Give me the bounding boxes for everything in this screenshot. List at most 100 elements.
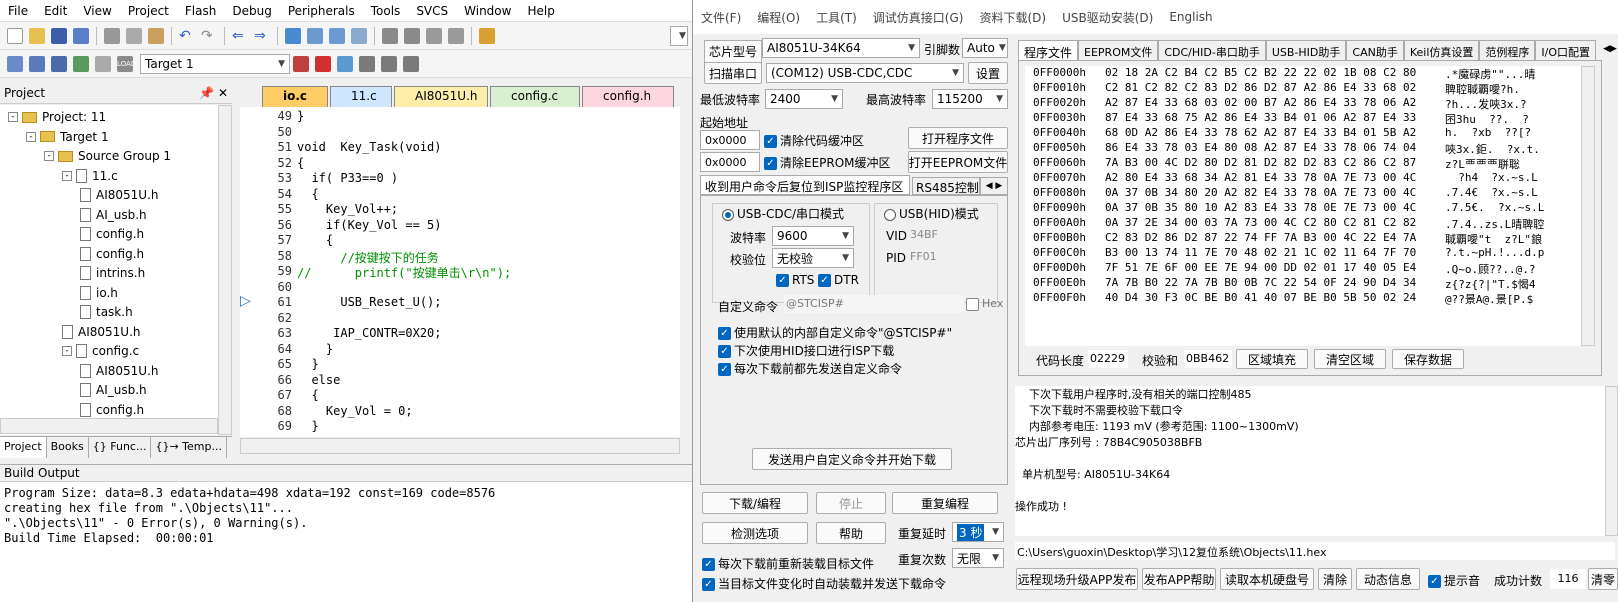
menu-item-flash[interactable]: Flash [177,4,224,18]
stop-build-icon[interactable] [95,55,111,72]
right-tab[interactable]: EEPROM文件 [1078,40,1159,60]
send-command-download-button[interactable]: 发送用户自定义命令并开始下载 [752,448,952,470]
isp-menu-item[interactable]: 调试仿真接口(G) [865,9,972,26]
tree-item[interactable]: AI8051U.h [80,361,159,381]
close-panel-icon[interactable]: ✕ [218,86,228,100]
panel-tab[interactable]: {}→ Temp... [151,437,227,458]
tree-item[interactable]: config.h [80,244,144,264]
select-packs-icon[interactable] [337,55,353,72]
tree-item[interactable]: - Target 1 [26,127,109,147]
tree-hscrollbar[interactable] [0,418,218,434]
build-icon[interactable] [29,55,45,72]
right-tab[interactable]: 程序文件 [1018,40,1079,60]
right-tab-scroll-arrows[interactable]: ◀▶ [1602,40,1618,58]
manage-project-icon[interactable] [315,55,331,72]
save-icon[interactable] [51,27,67,44]
redo-icon[interactable]: ↷ [201,28,217,44]
pin-icon[interactable]: 📌 [199,86,214,100]
open-program-file-button[interactable]: 打开程序文件 [908,127,1008,149]
nav-back-icon[interactable]: ⇐ [232,28,248,44]
editor-tab[interactable]: io.c [262,86,328,107]
custom-command-input[interactable]: @STCISP# [784,295,964,313]
hex-view[interactable]: 0FF0000h 02 18 2A C2 B4 C2 B5 C2 B2 22 22… [1025,66,1581,346]
find-in-files-icon[interactable] [479,27,495,44]
max-baud-select[interactable]: 115200 ▼ [932,89,1008,109]
help-button[interactable]: 帮助 [816,522,886,544]
open-eeprom-file-button[interactable]: 打开EEPROM文件 [908,151,1008,173]
pin-count-select[interactable]: Auto ▼ [962,38,1008,58]
bookmark-icon[interactable] [285,27,301,44]
manage-rte-icon[interactable] [359,55,375,72]
load-icon[interactable]: LOAD [117,55,136,72]
tree-item[interactable]: config.h [80,400,144,420]
use-hid-next-checkbox[interactable]: ✓ 下次使用HID接口进行ISP下载 [718,342,894,359]
pack-installer-icon[interactable] [381,55,397,72]
save-all-icon[interactable] [73,27,89,44]
menu-item-view[interactable]: View [75,4,119,18]
panel-tab[interactable]: Books [47,437,89,458]
uncomment-icon[interactable] [448,27,464,44]
settings-button[interactable]: 设置 [968,62,1008,84]
undo-icon[interactable]: ↶ [179,28,195,44]
tab-rs485[interactable]: RS485控制 [912,177,980,195]
min-baud-select[interactable]: 2400 ▼ [765,89,843,109]
right-tab[interactable]: I/O口配置 [1535,40,1596,60]
expand-toggle-icon[interactable]: - [62,346,72,356]
editor-tab[interactable]: AI8051U.h [394,86,488,107]
editor-tab[interactable]: 11.c [330,86,392,107]
clear-eeprom-buffer-checkbox[interactable]: ✓ 清除EEPROM缓冲区 [764,154,891,171]
menu-item-peripherals[interactable]: Peripherals [280,4,363,18]
rts-checkbox[interactable]: ✓ RTS [776,273,814,287]
isp-menu-item[interactable]: 编程(O) [749,9,808,26]
publish-help-button[interactable]: 发布APP帮助 [1142,568,1216,590]
expand-toggle-icon[interactable]: - [62,170,72,181]
scan-port-button[interactable]: 扫描串口 [704,62,762,84]
repeat-program-button[interactable]: 重复编程 [892,492,998,514]
tree-item[interactable]: AI8051U.h [80,185,159,205]
rebuild-icon[interactable] [51,55,67,72]
clear-code-buffer-checkbox[interactable]: ✓ 清除代码缓冲区 [764,132,864,149]
code-start-address-input[interactable]: 0x0000 [700,130,760,150]
repeat-delay-select[interactable]: 3 秒 ▼ [952,522,1004,542]
menu-item-tools[interactable]: Tools [363,4,409,18]
bookmark-clear-icon[interactable] [351,27,367,44]
tree-item[interactable]: io.h [80,283,118,303]
download-program-button[interactable]: 下载/编程 [702,492,808,514]
unindent-icon[interactable] [404,27,420,44]
panel-tab[interactable]: {} Func... [89,437,152,458]
tree-item[interactable]: - config.c [62,341,139,361]
open-folder-icon[interactable] [29,27,45,44]
comment-icon[interactable] [426,27,442,44]
bookmark-prev-icon[interactable] [307,27,323,44]
panel-tab[interactable]: Project [0,437,47,458]
beep-checkbox[interactable]: ✓ 提示音 [1428,572,1480,589]
expand-toggle-icon[interactable]: - [44,151,54,161]
right-tab[interactable]: CDC/HID-串口助手 [1158,40,1266,60]
menu-item-svcs[interactable]: SVCS [408,4,456,18]
stop-button[interactable]: 停止 [816,492,886,514]
bookmark-next-icon[interactable] [329,27,345,44]
pid-input[interactable]: FF01 [908,248,958,266]
tab-isp-reset[interactable]: 收到用户命令后复位到ISP监控程序区 [700,175,910,195]
tree-vscrollbar[interactable] [218,105,232,435]
reset-count-button[interactable]: 清零 [1588,568,1618,590]
fill-area-button[interactable]: 区域填充 [1236,349,1308,369]
check-options-button[interactable]: 检测选项 [702,522,808,544]
menu-item-help[interactable]: Help [519,4,562,18]
translate-icon[interactable] [7,55,23,72]
isp-menu-item[interactable]: USB驱动安装(D) [1054,9,1161,26]
tree-item[interactable]: - 11.c [62,166,118,186]
read-disk-id-button[interactable]: 读取本机硬盘号 [1220,568,1314,590]
isp-menu-item[interactable]: 文件(F) [693,9,749,26]
repeat-count-select[interactable]: 无限 ▼ [952,548,1004,568]
right-tab[interactable]: USB-HID助手 [1265,40,1347,60]
hid-mode-radio[interactable]: USB(HID)模式 [882,205,981,222]
tree-item[interactable]: intrins.h [80,263,145,283]
editor-tab[interactable]: config.c [490,86,580,107]
right-tab[interactable]: 范例程序 [1479,40,1536,60]
parity-select[interactable]: 无校验 ▼ [772,248,854,268]
code-editor[interactable]: 49} 50 51 void Key_Task(void) 52{53 if( P33=… [240,107,680,437]
target-select[interactable]: Target 1 ▼ [140,53,290,74]
cdc-mode-radio[interactable]: USB-CDC/串口模式 [720,205,847,222]
send-command-first-checkbox[interactable]: ✓ 每次下载前都先发送自定义命令 [718,360,902,377]
